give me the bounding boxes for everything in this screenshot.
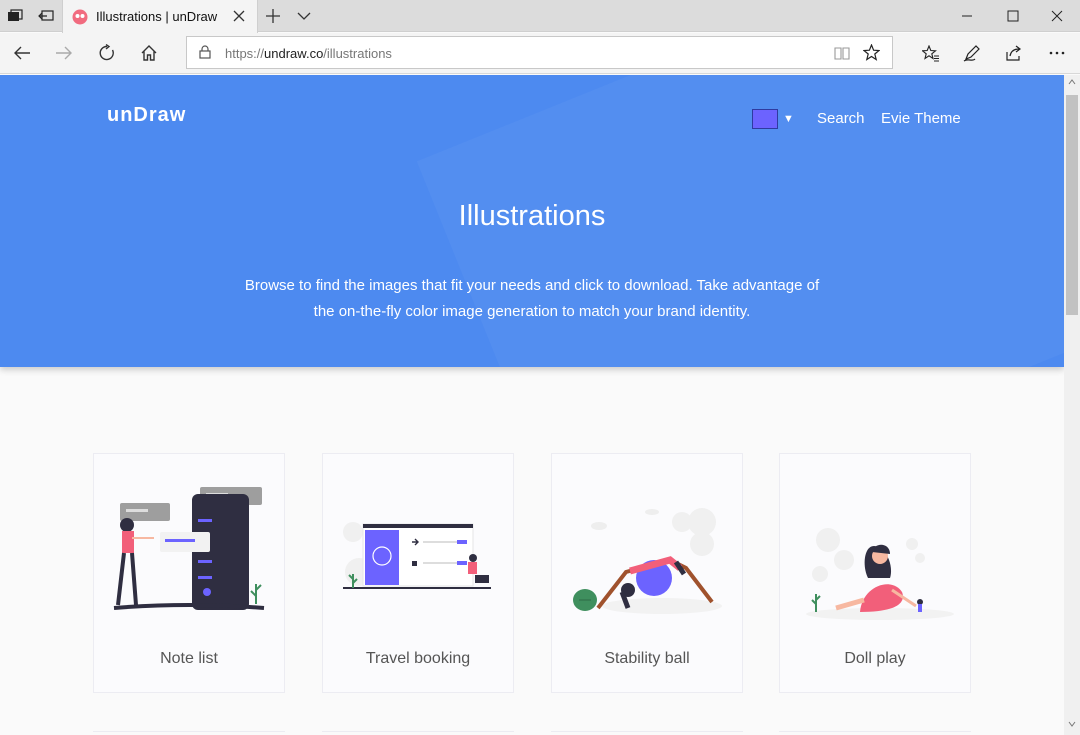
note-list-illustration [113, 487, 265, 610]
address-bar[interactable]: https://undraw.co/illustrations [186, 36, 893, 69]
scroll-down-arrow-icon[interactable] [1068, 721, 1076, 727]
more-options-icon[interactable] [1040, 37, 1074, 69]
close-window-icon[interactable] [1034, 0, 1080, 32]
nav-evie-theme-link[interactable]: Evie Theme [881, 110, 961, 127]
illustration-card[interactable]: Doll play [779, 453, 971, 693]
hero-description: Browse to find the images that fit your … [244, 277, 820, 320]
vertical-scrollbar[interactable] [1064, 75, 1080, 735]
illustration-card[interactable]: Travel booking [322, 453, 514, 693]
tab-strip: Illustrations | unDraw [0, 0, 1080, 33]
forward-arrow-icon[interactable] [47, 37, 81, 69]
lock-icon [199, 45, 211, 59]
doll-play-illustration [806, 528, 954, 620]
home-icon[interactable] [132, 37, 166, 69]
site-logo[interactable]: unDraw [107, 104, 186, 127]
active-tab[interactable]: Illustrations | unDraw [62, 0, 258, 33]
close-tab-icon[interactable] [231, 8, 247, 24]
navigation-bar: https://undraw.co/illustrations [0, 33, 1080, 74]
tab-list-chevron-down-icon[interactable] [289, 0, 319, 32]
hero-banner: unDraw ▼ Search Evie Theme Illustrations… [0, 75, 1064, 367]
page-title: Illustrations [458, 200, 606, 232]
next-row-card [779, 731, 971, 735]
card-label: Stability ball [604, 650, 690, 667]
card-label: Note list [160, 650, 218, 667]
tab-title: Illustrations | unDraw [96, 9, 218, 24]
stability-ball-illustration [573, 508, 722, 614]
refresh-icon[interactable] [90, 37, 124, 69]
browser-window: Illustrations | unDraw https://undraw.co… [0, 0, 1080, 735]
caret-down-icon[interactable]: ▼ [783, 113, 794, 125]
maximize-icon[interactable] [990, 0, 1036, 32]
tab-actions-icon[interactable] [0, 0, 30, 32]
scrollbar-thumb[interactable] [1066, 95, 1078, 315]
url-text[interactable]: https://undraw.co/illustrations [225, 46, 392, 61]
next-row-card [551, 731, 743, 735]
next-row-card [322, 731, 514, 735]
page-viewport: unDraw ▼ Search Evie Theme Illustrations… [0, 75, 1064, 735]
reading-view-icon[interactable] [834, 45, 850, 61]
undraw-favicon-icon [72, 9, 88, 24]
card-label: Travel booking [365, 650, 471, 667]
set-tabs-aside-icon[interactable] [31, 0, 61, 32]
travel-booking-illustration [343, 522, 491, 589]
share-icon[interactable] [997, 37, 1031, 69]
illustration-card[interactable]: Stability ball [551, 453, 743, 693]
favorite-star-icon[interactable] [863, 44, 880, 61]
favorites-hub-icon[interactable] [914, 37, 948, 69]
scroll-up-arrow-icon[interactable] [1068, 79, 1076, 85]
color-picker[interactable]: ▼ [752, 109, 794, 129]
web-note-pen-icon[interactable] [955, 37, 989, 69]
back-arrow-icon[interactable] [5, 37, 39, 69]
nav-search-link[interactable]: Search [817, 110, 865, 127]
minimize-icon[interactable] [944, 0, 990, 32]
next-row-card [93, 731, 285, 735]
card-label: Doll play [844, 650, 906, 667]
color-swatch[interactable] [752, 109, 778, 129]
new-tab-icon[interactable] [258, 0, 288, 32]
illustration-card[interactable]: Note list [93, 453, 285, 693]
